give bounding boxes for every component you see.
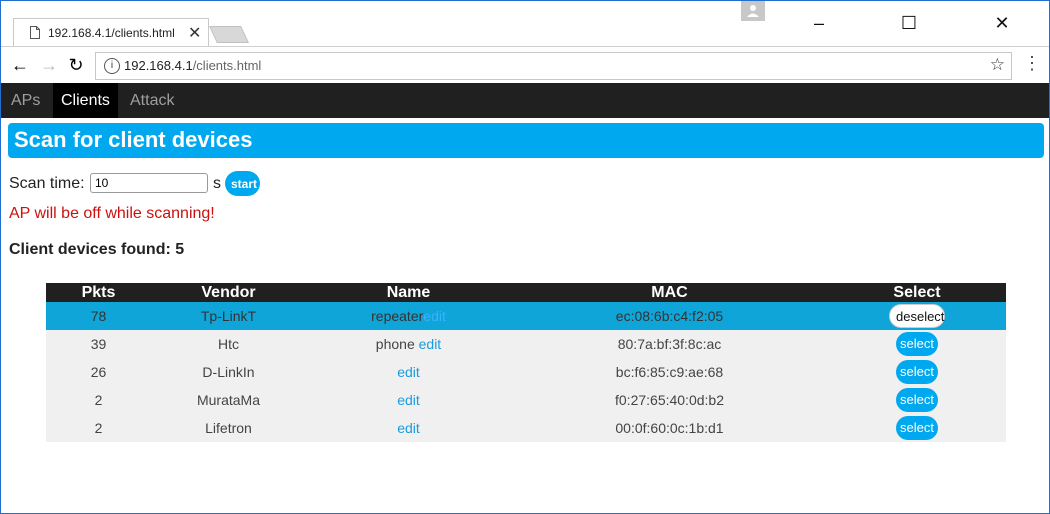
nav-menu: APs Clients Attack — [1, 83, 1049, 118]
nav-item-clients[interactable]: Clients — [53, 83, 118, 118]
device-name: repeater — [371, 308, 424, 324]
forward-icon[interactable]: → — [37, 53, 61, 77]
select-cell: select — [828, 358, 1006, 386]
mac-cell: bc:f6:85:c9:ae:68 — [511, 358, 828, 386]
address-bar[interactable]: i 192.168.4.1/clients.html ☆ — [95, 52, 1012, 80]
table-row: 78 Tp-LinkT repeateredit ec:08:6b:c4:f2:… — [46, 302, 1006, 330]
profile-icon[interactable] — [741, 1, 765, 21]
select-button[interactable]: select — [896, 332, 938, 356]
vendor-cell: D-LinkIn — [151, 358, 306, 386]
pkts-cell: 2 — [46, 386, 151, 414]
new-tab-button[interactable] — [209, 26, 249, 43]
edit-link[interactable]: edit — [397, 420, 420, 436]
edit-link[interactable]: edit — [397, 364, 420, 380]
edit-link[interactable]: edit — [397, 392, 420, 408]
select-button[interactable]: select — [896, 360, 938, 384]
start-button[interactable]: start — [225, 171, 260, 196]
header-mac: MAC — [511, 283, 828, 302]
pkts-cell: 39 — [46, 330, 151, 358]
vendor-cell: MurataMa — [151, 386, 306, 414]
select-button[interactable]: select — [896, 388, 938, 412]
clients-table: Pkts Vendor Name MAC Select 78 Tp-LinkT … — [46, 283, 1006, 442]
edit-link[interactable]: edit — [423, 308, 446, 324]
tab-title: 192.168.4.1/clients.html — [48, 26, 175, 40]
header-select: Select — [828, 283, 1006, 302]
vendor-cell: Tp-LinkT — [151, 302, 306, 330]
nav-item-attack[interactable]: Attack — [122, 83, 182, 118]
vendor-cell: Lifetron — [151, 414, 306, 442]
name-cell: repeateredit — [306, 302, 511, 330]
table-header-row: Pkts Vendor Name MAC Select — [46, 283, 1006, 302]
select-cell: select — [828, 330, 1006, 358]
mac-cell: 80:7a:bf:3f:8c:ac — [511, 330, 828, 358]
table-row: 39 Htc phone edit 80:7a:bf:3f:8c:ac sele… — [46, 330, 1006, 358]
vendor-cell: Htc — [151, 330, 306, 358]
reload-icon[interactable]: ↻ — [64, 53, 88, 77]
back-icon[interactable]: ← — [8, 53, 32, 77]
table-row: 26 D-LinkIn edit bc:f6:85:c9:ae:68 selec… — [46, 358, 1006, 386]
pkts-cell: 2 — [46, 414, 151, 442]
bookmark-star-icon[interactable]: ☆ — [990, 55, 1005, 75]
info-icon[interactable]: i — [104, 58, 120, 74]
page-icon — [30, 26, 40, 39]
nav-item-aps[interactable]: APs — [3, 83, 48, 118]
mac-cell: f0:27:65:40:0d:b2 — [511, 386, 828, 414]
minimize-icon[interactable]: – — [804, 11, 834, 35]
device-name: phone — [375, 336, 415, 352]
devices-found-count: Client devices found: 5 — [9, 241, 185, 258]
pkts-cell: 78 — [46, 302, 151, 330]
table-row: 2 Lifetron edit 00:0f:60:0c:1b:d1 select — [46, 414, 1006, 442]
header-pkts: Pkts — [46, 283, 151, 302]
maximize-icon[interactable]: ☐ — [894, 11, 924, 35]
page-title: Scan for client devices — [8, 123, 1044, 158]
select-cell: deselect — [828, 302, 1006, 330]
scan-unit-label: s — [213, 175, 221, 192]
select-cell: select — [828, 414, 1006, 442]
url-text: 192.168.4.1/clients.html — [124, 58, 262, 73]
header-vendor: Vendor — [151, 283, 306, 302]
edit-link[interactable]: edit — [419, 336, 442, 352]
table-row: 2 MurataMa edit f0:27:65:40:0d:b2 select — [46, 386, 1006, 414]
browser-window: 192.168.4.1/clients.html ✕ – ☐ ✕ ← → ↻ i… — [0, 0, 1050, 514]
mac-cell: 00:0f:60:0c:1b:d1 — [511, 414, 828, 442]
tab-close-icon[interactable]: ✕ — [188, 23, 201, 43]
name-cell: edit — [306, 386, 511, 414]
name-cell: phone edit — [306, 330, 511, 358]
select-button[interactable]: select — [896, 416, 938, 440]
name-cell: edit — [306, 414, 511, 442]
close-window-icon[interactable]: ✕ — [987, 11, 1017, 35]
browser-tab[interactable]: 192.168.4.1/clients.html ✕ — [13, 18, 209, 47]
scan-time-input[interactable] — [90, 173, 208, 193]
header-name: Name — [306, 283, 511, 302]
warning-text: AP will be off while scanning! — [9, 205, 215, 222]
scan-time-label: Scan time: — [9, 175, 85, 192]
name-cell: edit — [306, 358, 511, 386]
browser-toolbar: ← → ↻ i 192.168.4.1/clients.html ☆ ⋮ — [1, 46, 1049, 84]
title-bar: 192.168.4.1/clients.html ✕ – ☐ ✕ — [1, 1, 1049, 47]
select-cell: select — [828, 386, 1006, 414]
mac-cell: ec:08:6b:c4:f2:05 — [511, 302, 828, 330]
deselect-button[interactable]: deselect — [889, 304, 945, 328]
browser-menu-icon[interactable]: ⋮ — [1023, 53, 1041, 74]
pkts-cell: 26 — [46, 358, 151, 386]
